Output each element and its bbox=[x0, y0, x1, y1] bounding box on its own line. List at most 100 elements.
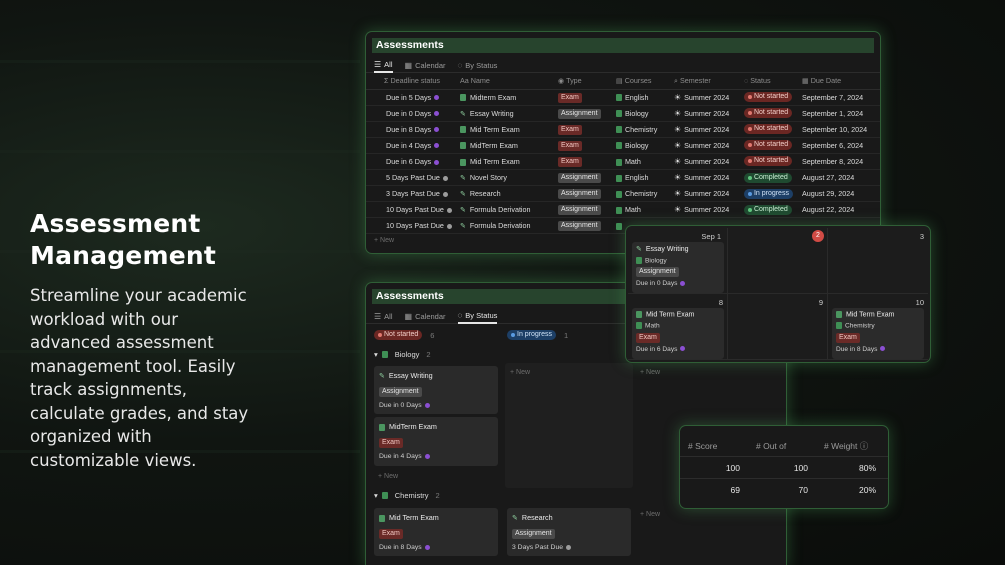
name-cell[interactable]: ✎ Formula Derivation bbox=[455, 217, 554, 235]
course-cell[interactable]: English bbox=[611, 169, 670, 187]
name-cell[interactable]: ✎ Research bbox=[455, 185, 554, 203]
course-cell[interactable]: Chemistry bbox=[611, 185, 670, 203]
column-header-status[interactable]: ◌ Status bbox=[739, 73, 798, 90]
type-tag: Assignment bbox=[636, 267, 679, 278]
new-card-button[interactable]: + New bbox=[640, 511, 660, 518]
board-card[interactable]: MidTerm Exam Exam Due in 4 Days bbox=[374, 417, 498, 466]
name-cell[interactable]: Mid Term Exam bbox=[455, 121, 554, 138]
table-row[interactable]: Due in 5 Days Midterm Exam Exam English ☀ Su… bbox=[366, 89, 880, 106]
event-title: Mid Term Exam bbox=[846, 311, 895, 319]
column-header-due-date[interactable]: ▦ Due Date bbox=[797, 73, 880, 90]
calendar-event[interactable]: Mid Term Exam Chemistry Exam Due in 8 Da… bbox=[832, 308, 924, 359]
column-header-not-started[interactable]: Not started 6 bbox=[374, 330, 434, 340]
new-card-button[interactable]: + New bbox=[640, 369, 660, 376]
table-row[interactable]: Due in 8 Days Mid Term Exam Exam Chemistry… bbox=[366, 121, 880, 138]
course-text: English bbox=[624, 173, 649, 183]
column-header-type[interactable]: ◉ Type bbox=[553, 73, 612, 90]
calendar-day[interactable]: 10 Mid Term Exam Chemistry Exam Due in 8… bbox=[828, 294, 928, 360]
column-header-weight[interactable]: # Weight ⓘ bbox=[816, 440, 884, 452]
gray-dot-icon bbox=[446, 223, 452, 229]
table-row[interactable]: Due in 0 Days ✎ Essay Writing Assignment Bi… bbox=[366, 105, 880, 122]
course-cell[interactable]: English bbox=[611, 89, 670, 106]
calendar-event[interactable]: ✎ Essay Writing Biology Assignment Due in… bbox=[632, 242, 724, 294]
calendar-day[interactable]: 3 bbox=[828, 228, 928, 294]
table-row[interactable]: 5 Days Past Due ✎ Novel Story Assignment En… bbox=[366, 169, 880, 187]
board-card[interactable]: ✎ Research Assignment 3 Days Past Due bbox=[507, 508, 631, 556]
name-cell[interactable]: Midterm Exam bbox=[455, 89, 554, 106]
column-header-deadline[interactable]: Σ Deadline status bbox=[366, 73, 456, 90]
new-card-button[interactable]: + New bbox=[510, 369, 530, 376]
course-text: Math bbox=[624, 156, 641, 166]
semester-cell[interactable]: ☀ Summer 2024 bbox=[669, 169, 740, 187]
table-row[interactable]: 3 Days Past Due ✎ Research Assignment Chemi… bbox=[366, 185, 880, 203]
tab-by-status[interactable]: ◌ By Status bbox=[458, 57, 498, 73]
name-cell[interactable]: ✎ Novel Story bbox=[455, 169, 554, 187]
course-cell[interactable]: Math bbox=[611, 201, 670, 219]
tab-by-status[interactable]: ◌ By Status bbox=[457, 308, 498, 324]
deadline-cell: Due in 6 Days bbox=[366, 153, 456, 170]
course-cell[interactable]: Biology bbox=[611, 105, 670, 122]
group-header-biology[interactable]: ▾ Biology 2 bbox=[374, 350, 431, 359]
table-row[interactable]: Due in 4 Days MidTerm Exam Exam Biology ☀ Su… bbox=[366, 137, 880, 154]
purple-dot-icon bbox=[434, 143, 440, 149]
grades-row[interactable]: 100 100 80% bbox=[680, 457, 888, 479]
name-cell[interactable]: ✎ Essay Writing bbox=[455, 105, 554, 122]
book-icon bbox=[836, 322, 842, 330]
column-header-courses[interactable]: ▤ Courses bbox=[611, 73, 670, 90]
column-header-name[interactable]: Aa Name bbox=[455, 73, 554, 90]
semester-cell[interactable]: ☀ Summer 2024 bbox=[669, 89, 740, 106]
tab-all[interactable]: ☰ All bbox=[374, 308, 393, 324]
pen-icon: ✎ bbox=[459, 223, 466, 231]
column-header-in-progress[interactable]: In progress 1 bbox=[507, 330, 568, 340]
group-label: Chemistry bbox=[394, 491, 429, 500]
column-header-semester[interactable]: ⌕ Semester bbox=[669, 73, 740, 90]
table-row[interactable]: 10 Days Past Due ✎ Formula Derivation Assi… bbox=[366, 201, 880, 219]
deadline-cell: 5 Days Past Due bbox=[366, 169, 456, 187]
course-cell[interactable]: Chemistry bbox=[611, 121, 670, 138]
today-badge: 2 bbox=[812, 230, 824, 242]
semester-cell[interactable]: ☀ Summer 2024 bbox=[669, 121, 740, 138]
tab-all[interactable]: ☰ All bbox=[374, 57, 393, 73]
calendar-day[interactable]: 8 Mid Term Exam Math Exam Due in 6 Days bbox=[628, 294, 728, 360]
semester-cell[interactable]: ☀ Summer 2024 bbox=[669, 105, 740, 122]
semester-cell[interactable]: ☀ Summer 2024 bbox=[669, 137, 740, 154]
name-text: Midterm Exam bbox=[469, 92, 517, 102]
name-cell[interactable]: ✎ Formula Derivation bbox=[455, 201, 554, 219]
column-header-out-of[interactable]: # Out of bbox=[748, 441, 816, 451]
new-card-button[interactable]: + New bbox=[378, 473, 398, 480]
course-text: Chemistry bbox=[624, 189, 658, 199]
day-number: Sep 1 bbox=[701, 232, 721, 241]
calendar-panel: Sep 1 ✎ Essay Writing Biology Assignment … bbox=[626, 226, 930, 362]
column-label: Status bbox=[750, 76, 771, 86]
calendar-day[interactable]: 9 bbox=[728, 294, 828, 360]
type-cell: Assignment bbox=[553, 169, 612, 187]
course-cell[interactable]: Math bbox=[611, 153, 670, 170]
course-text: Chemistry bbox=[624, 124, 658, 134]
name-cell[interactable]: MidTerm Exam bbox=[455, 137, 554, 154]
score-cell: 100 bbox=[725, 462, 740, 473]
group-header-chemistry[interactable]: ▾ Chemistry 2 bbox=[374, 491, 440, 500]
board-card[interactable]: Mid Term Exam Exam Due in 8 Days bbox=[374, 508, 498, 556]
calendar-event[interactable]: Mid Term Exam Math Exam Due in 6 Days bbox=[632, 308, 724, 359]
tab-calendar[interactable]: ▦ Calendar bbox=[405, 308, 446, 324]
type-tag: Assignment bbox=[557, 173, 601, 184]
column-header-score[interactable]: # Score bbox=[680, 441, 748, 451]
semester-cell[interactable]: ☀ Summer 2024 bbox=[669, 185, 740, 203]
deadline-cell: 10 Days Past Due bbox=[366, 201, 456, 219]
grades-row[interactable]: 69 70 20% bbox=[680, 479, 888, 501]
purple-dot-icon bbox=[434, 127, 440, 133]
calendar-day[interactable]: Sep 1 ✎ Essay Writing Biology Assignment … bbox=[628, 228, 728, 294]
name-cell[interactable]: Mid Term Exam bbox=[455, 153, 554, 170]
semester-cell[interactable]: ☀ Summer 2024 bbox=[669, 153, 740, 170]
semester-cell[interactable]: ☀ Summer 2024 bbox=[669, 201, 740, 219]
card-title: Research bbox=[521, 513, 553, 522]
book-icon bbox=[381, 492, 388, 499]
tab-calendar[interactable]: ▦ Calendar bbox=[405, 57, 446, 73]
course-cell[interactable]: Biology bbox=[611, 137, 670, 154]
board-card[interactable]: ✎ Essay Writing Assignment Due in 0 Days bbox=[374, 366, 498, 414]
relation-icon: ▤ bbox=[615, 76, 625, 86]
status-pill: Not started bbox=[743, 124, 793, 135]
table-row[interactable]: Due in 6 Days Mid Term Exam Exam Math ☀ Summ… bbox=[366, 153, 880, 170]
calendar-day[interactable]: 2 bbox=[728, 228, 828, 294]
calendar-icon: ▦ bbox=[801, 76, 811, 86]
